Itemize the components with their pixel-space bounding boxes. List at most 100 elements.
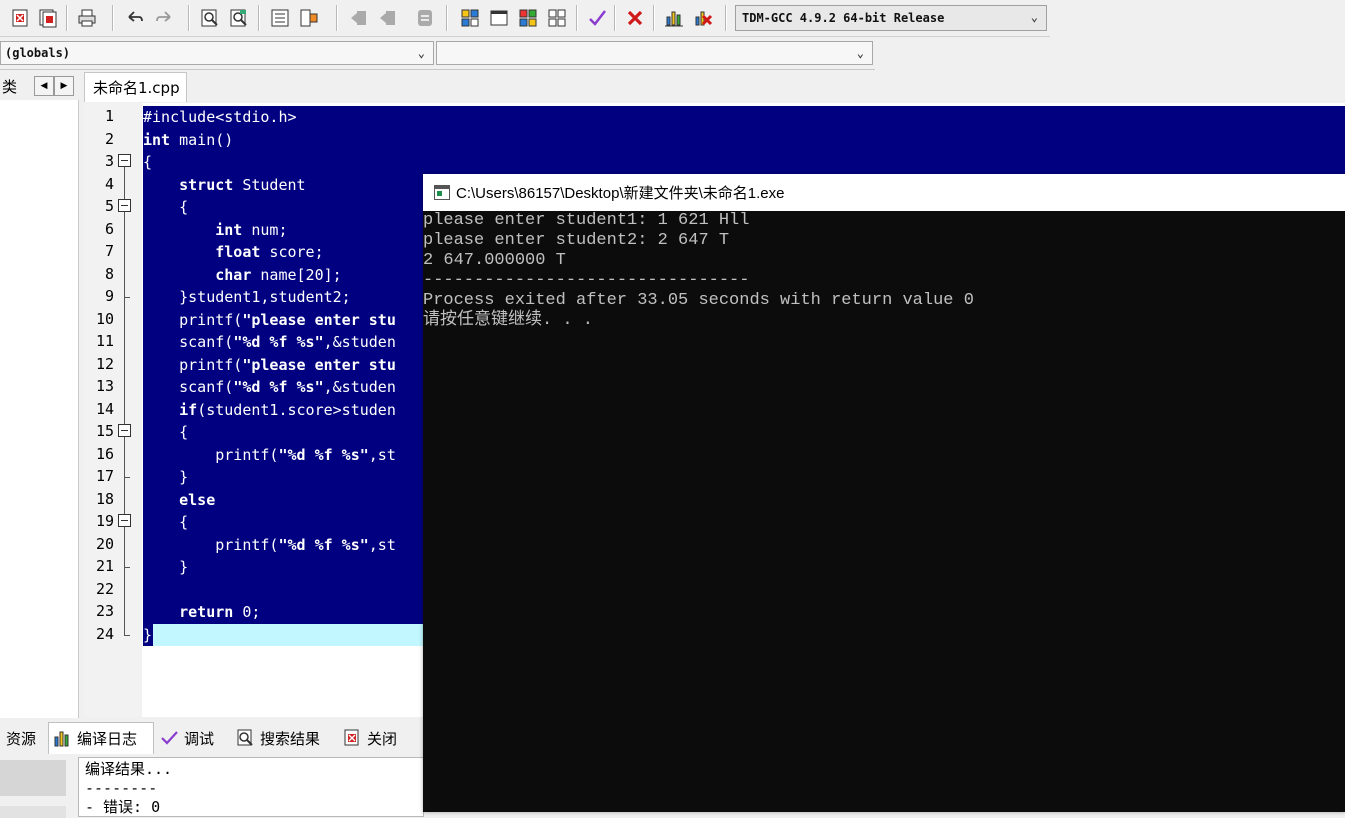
main-toolbar: TDM-GCC 4.9.2 64-bit Release ⌄ — [0, 0, 1050, 37]
code-token: printf( — [143, 535, 279, 554]
compiler-select[interactable]: TDM-GCC 4.9.2 64-bit Release ⌄ — [735, 5, 1047, 31]
fold-guide — [118, 443, 134, 466]
code-token: 0; — [233, 603, 261, 621]
scope-select[interactable]: (globals) ⌄ — [0, 41, 434, 65]
unindent-icon[interactable] — [297, 6, 321, 30]
console-window[interactable]: C:\Users\86157\Desktop\新建文件夹\未命名1.exe pl… — [423, 174, 1345, 812]
bottom-side-button[interactable] — [0, 806, 66, 818]
bookmark-back-icon[interactable] — [346, 6, 370, 30]
fold-guide — [118, 263, 134, 286]
fold-guide — [118, 106, 134, 129]
code-token: { — [143, 513, 189, 531]
tab-compile-log[interactable]: 编译日志 — [48, 722, 154, 754]
code-line[interactable]: 2 int main() — [84, 128, 1345, 151]
replace-icon[interactable] — [227, 6, 251, 30]
code-token: } — [143, 468, 189, 486]
code-token: scanf( — [143, 378, 234, 396]
code-text[interactable]: { — [143, 151, 1345, 174]
line-number: 16 — [95, 444, 114, 463]
code-text[interactable]: #include<stdio.h> — [143, 106, 1345, 129]
code-token: main() — [170, 130, 234, 149]
tab-resources[interactable]: 资源 — [6, 722, 36, 754]
code-token: "please enter stu — [242, 310, 396, 329]
fold-guide — [118, 218, 134, 241]
code-token: { — [143, 423, 189, 441]
fold-guide — [118, 286, 134, 309]
syntax-check-icon[interactable] — [585, 6, 609, 30]
code-token: char — [215, 265, 252, 284]
undo-icon[interactable] — [123, 6, 147, 30]
bookmark-forward-icon[interactable] — [375, 6, 399, 30]
fold-toggle-icon[interactable] — [118, 196, 134, 219]
delete-profile-icon[interactable] — [691, 6, 715, 30]
console-title-bar[interactable]: C:\Users\86157\Desktop\新建文件夹\未命名1.exe — [423, 174, 1345, 211]
find-icon[interactable] — [198, 6, 222, 30]
code-text[interactable]: int main() — [143, 128, 1345, 151]
print-icon[interactable] — [75, 6, 99, 30]
class-browser-panel[interactable] — [0, 100, 79, 718]
indent-icon[interactable] — [268, 6, 292, 30]
tab-debug[interactable]: 调试 — [160, 722, 214, 754]
tab-scroll-left-icon[interactable]: ◀ — [34, 76, 54, 96]
code-line[interactable]: 1 #include<stdio.h> — [84, 106, 1345, 129]
tab-debug-label: 调试 — [184, 729, 215, 748]
fold-toggle-icon[interactable] — [118, 421, 134, 444]
class-browser-bar: (globals) ⌄ ⌄ — [0, 37, 875, 70]
close-file-icon[interactable] — [8, 6, 32, 30]
console-line: -------------------------------- — [423, 271, 750, 290]
chevron-down-icon: ⌄ — [1030, 10, 1038, 24]
tab-classes[interactable]: 类 — [2, 76, 17, 97]
code-token: return — [179, 603, 234, 621]
rebuild-icon[interactable] — [545, 6, 569, 30]
run-icon[interactable] — [487, 6, 511, 30]
tab-search-results[interactable]: 搜索结果 — [236, 722, 320, 754]
line-number: 6 — [104, 219, 114, 238]
compile-run-icon[interactable] — [516, 6, 540, 30]
compile-log-output[interactable]: 编译结果... -------- - 错误: 0 — [78, 757, 424, 817]
fold-guide — [118, 398, 134, 421]
code-token: ,&studen — [323, 333, 396, 351]
toggle-comment-icon[interactable] — [413, 6, 437, 30]
console-line: 请按任意键继续. . . — [423, 311, 594, 330]
member-select[interactable]: ⌄ — [436, 41, 873, 65]
fold-guide — [118, 376, 134, 399]
console-title: C:\Users\86157\Desktop\新建文件夹\未命名1.exe — [456, 185, 785, 202]
fold-toggle-icon[interactable] — [118, 151, 134, 174]
code-token: "%d %f %s" — [278, 445, 369, 464]
close-all-icon[interactable] — [36, 6, 60, 30]
line-number: 24 — [95, 624, 114, 643]
line-number: 15 — [95, 422, 114, 440]
code-token: "%d %f %s" — [278, 535, 369, 554]
code-token: printf( — [143, 310, 243, 329]
fold-guide — [118, 173, 134, 196]
left-panel-tabs: 类 ◀ ▶ — [0, 72, 82, 100]
log-line: - 错误: 0 — [85, 798, 161, 816]
fold-guide — [118, 466, 134, 489]
tab-close[interactable]: 关闭 — [343, 722, 397, 754]
scope-select-value: (globals) — [5, 46, 71, 60]
fold-guide — [118, 578, 134, 601]
code-token: float — [215, 243, 261, 261]
tab-file[interactable]: 未命名1.cpp — [84, 72, 187, 102]
code-line[interactable]: 3{ — [84, 151, 1345, 174]
line-number: 7 — [104, 242, 114, 260]
line-number: 11 — [95, 332, 114, 350]
line-number: 20 — [95, 534, 114, 553]
code-token: } — [143, 623, 153, 646]
tab-scroll-right-icon[interactable]: ▶ — [54, 76, 74, 96]
redo-icon[interactable] — [152, 6, 176, 30]
compile-icon[interactable] — [458, 6, 482, 30]
code-token: printf( — [143, 445, 279, 464]
profile-icon[interactable] — [662, 6, 686, 30]
fold-guide — [118, 533, 134, 556]
clean-icon[interactable] — [623, 6, 647, 30]
code-token: "please enter stu — [242, 355, 396, 374]
code-token: { — [143, 198, 189, 216]
fold-toggle-icon[interactable] — [118, 511, 134, 534]
bottom-side-button[interactable] — [0, 760, 66, 796]
console-line: please enter student2: 2 647 T — [423, 231, 730, 250]
line-number: 12 — [95, 354, 114, 373]
line-number: 5 — [104, 197, 114, 215]
